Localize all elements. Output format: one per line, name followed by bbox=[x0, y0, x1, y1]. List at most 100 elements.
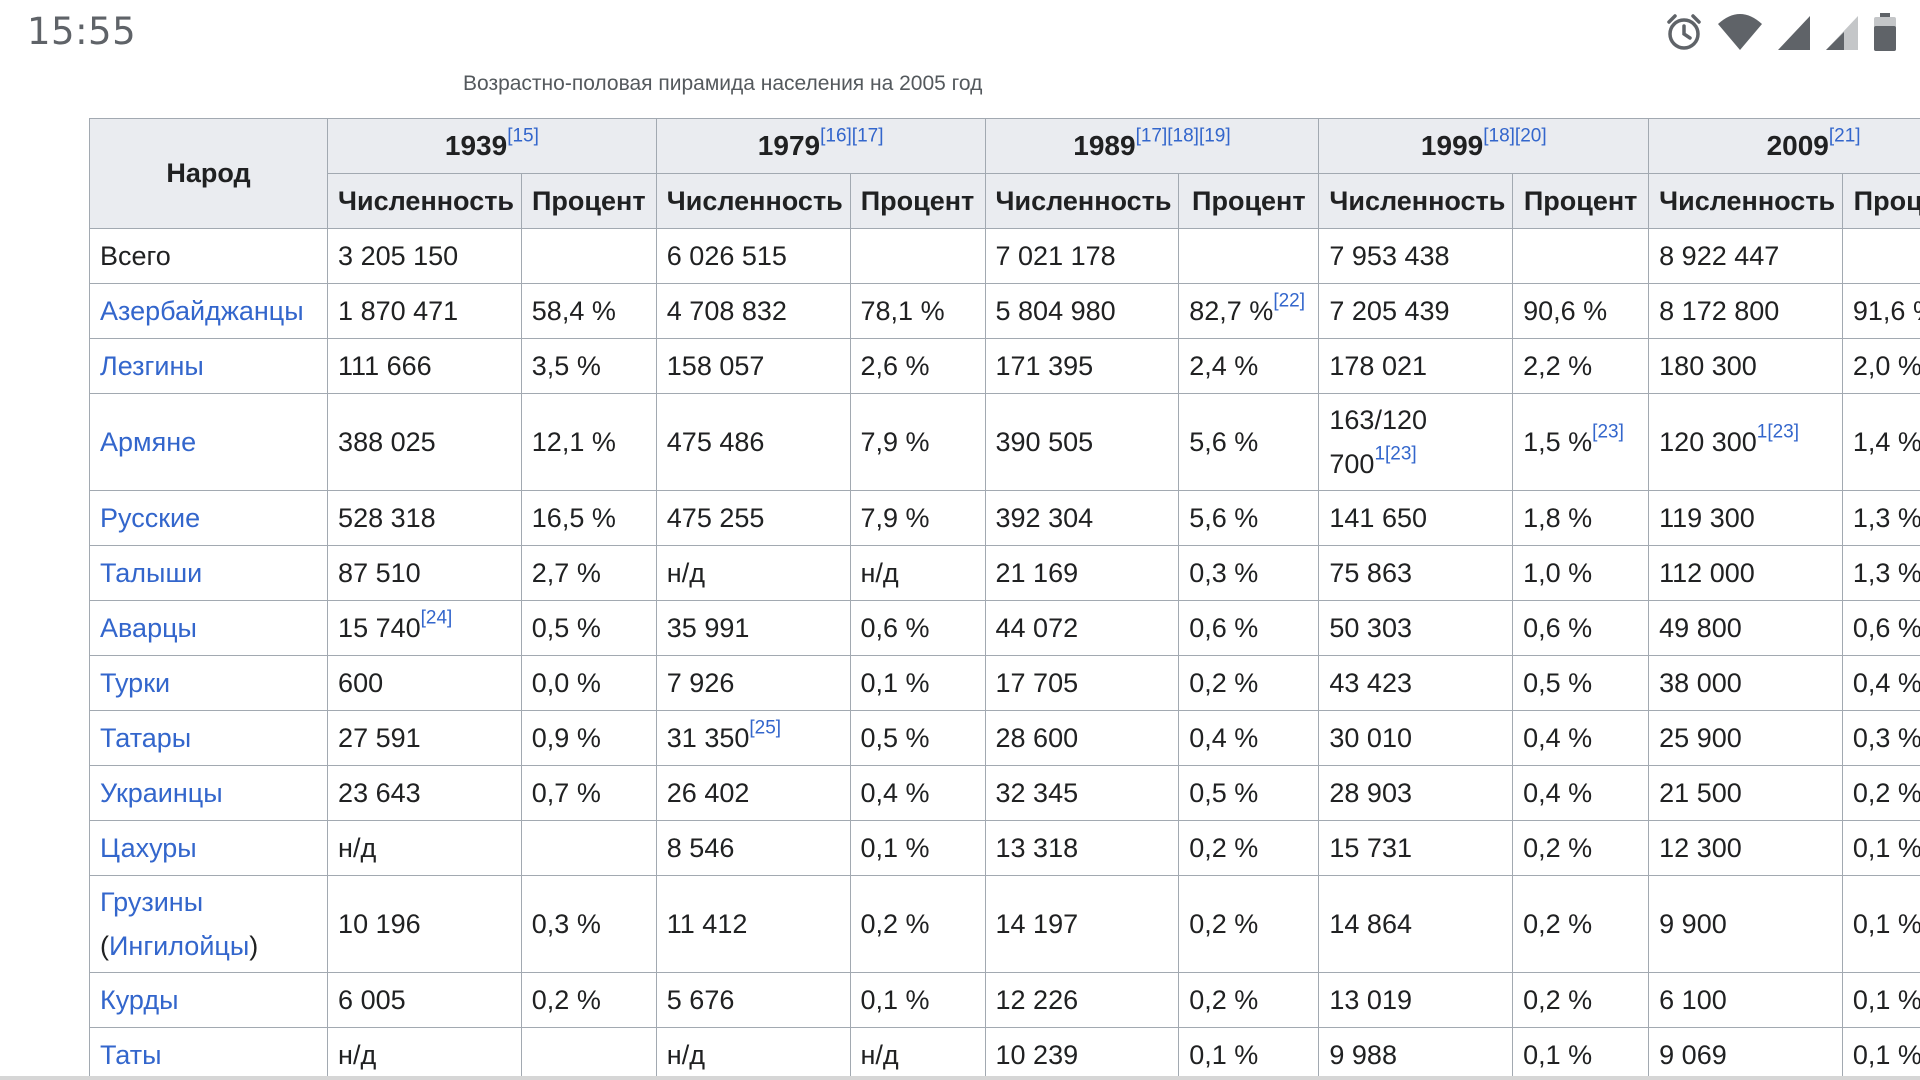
people-column-header[interactable]: Народ bbox=[89, 118, 329, 229]
percent-cell: 2,4 % bbox=[1178, 338, 1320, 394]
nationality-cell[interactable]: Цахуры bbox=[89, 820, 329, 876]
percent-cell: 0,5 % bbox=[849, 710, 986, 766]
population-table-container[interactable]: Народ 1939[15] 1979[16][17] 1989[17][18][1… bbox=[89, 118, 1920, 1080]
cell-value: 0,3 % bbox=[1189, 557, 1259, 588]
cell-value: 9 988 bbox=[1329, 1039, 1397, 1070]
count-column-header[interactable]: Численность bbox=[327, 173, 522, 229]
count-cell: 7 953 438 bbox=[1318, 228, 1514, 284]
nationality-link[interactable]: Цахуры bbox=[100, 833, 197, 863]
nationality-cell[interactable]: Турки bbox=[89, 655, 329, 711]
cell-value: 1,3 % bbox=[1852, 557, 1920, 588]
count-column-header[interactable]: Численность bbox=[984, 173, 1180, 229]
cell-value: 475 255 bbox=[666, 502, 765, 533]
nationality-link[interactable]: Лезгины bbox=[100, 351, 204, 381]
nationality-cell[interactable]: Армяне bbox=[89, 393, 329, 491]
percent-cell: 0,1 % bbox=[849, 655, 986, 711]
nationality-link[interactable]: Армяне bbox=[100, 427, 196, 457]
count-column-header[interactable]: Численность bbox=[1318, 173, 1514, 229]
cell-value: 10 239 bbox=[995, 1039, 1079, 1070]
nationality-cell[interactable]: Азербайджанцы bbox=[89, 283, 329, 339]
cell-value: 0,4 % bbox=[1852, 667, 1920, 698]
nationality-link[interactable]: Татары bbox=[100, 723, 191, 753]
cell-value: н/д bbox=[860, 1039, 899, 1070]
nationality-link[interactable]: Турки bbox=[100, 668, 170, 698]
count-cell: н/д bbox=[655, 1027, 851, 1080]
percent-cell: 7,9 % bbox=[849, 490, 986, 546]
reference-link[interactable]: [25] bbox=[749, 717, 781, 738]
reference-link[interactable]: [22] bbox=[1273, 290, 1305, 311]
cell-value: 2,6 % bbox=[860, 350, 930, 381]
reference-link[interactable]: [21] bbox=[1829, 126, 1861, 147]
cell-value: 0,1 % bbox=[1189, 1039, 1259, 1070]
nationality-link[interactable]: Аварцы bbox=[100, 613, 197, 643]
year-header: 1989[17][18][19] bbox=[984, 118, 1320, 174]
cell-value: 0,5 % bbox=[1189, 777, 1259, 808]
cell-value: 158 057 bbox=[666, 350, 765, 381]
percent-cell bbox=[1512, 228, 1650, 284]
nationality-link[interactable]: Грузины bbox=[100, 887, 203, 917]
cell-value: 1,0 % bbox=[1523, 557, 1593, 588]
cell-value: 0,2 % bbox=[1523, 984, 1593, 1015]
nationality-link[interactable]: Таты bbox=[100, 1040, 161, 1070]
count-column-header[interactable]: Численность bbox=[1648, 173, 1843, 229]
percent-cell: 16,5 % bbox=[520, 490, 657, 546]
nationality-cell[interactable]: Таты bbox=[89, 1027, 329, 1080]
count-cell: 10 239 bbox=[984, 1027, 1180, 1080]
percent-column-header[interactable]: Процент bbox=[1178, 173, 1320, 229]
cell-value: 163/120 700 bbox=[1329, 405, 1427, 479]
nationality-link[interactable]: Курды bbox=[100, 985, 178, 1015]
nationality-link[interactable]: Русские bbox=[100, 503, 200, 533]
reference-link[interactable]: [24] bbox=[421, 607, 453, 628]
nationality-link[interactable]: Азербайджанцы bbox=[100, 296, 304, 326]
reference-link[interactable]: [23] bbox=[1592, 421, 1624, 442]
nationality-cell[interactable]: Грузины (Ингилойцы) bbox=[89, 875, 329, 973]
nationality-cell[interactable]: Татары bbox=[89, 710, 329, 766]
reference-link[interactable]: 1[23] bbox=[1757, 421, 1799, 442]
count-column-header[interactable]: Численность bbox=[655, 173, 851, 229]
cell-value: 7 926 bbox=[666, 667, 735, 698]
percent-cell: 0,2 % bbox=[1178, 972, 1320, 1028]
cell-value: 2,2 % bbox=[1523, 350, 1593, 381]
nationality-cell[interactable]: Курды bbox=[89, 972, 329, 1028]
cell-value: 5,6 % bbox=[1189, 426, 1259, 457]
nationality-cell[interactable]: Аварцы bbox=[89, 600, 329, 656]
nationality-cell[interactable]: Русские bbox=[89, 490, 329, 546]
percent-column-header[interactable]: Процент bbox=[1841, 173, 1920, 229]
count-cell: 180 300 bbox=[1648, 338, 1843, 394]
table-row: Татары 27 591 0,9 % 31 350[25] 0,5 % 28 600 0,… bbox=[89, 710, 1920, 766]
image-caption: Возрастно-половая пирамида населения на … bbox=[463, 72, 983, 95]
percent-cell: 0,2 % bbox=[1512, 820, 1650, 876]
percent-cell: 0,6 % bbox=[1178, 600, 1320, 656]
percent-cell: 0,4 % bbox=[1512, 765, 1650, 821]
percent-column-header[interactable]: Процент bbox=[849, 173, 986, 229]
percent-cell: 7,9 % bbox=[849, 393, 986, 491]
nationality-sublink[interactable]: Ингилойцы bbox=[109, 931, 249, 961]
cell-value: 0,4 % bbox=[1523, 777, 1593, 808]
reference-link[interactable]: [16][17] bbox=[820, 126, 883, 147]
count-cell: 25 900 bbox=[1648, 710, 1843, 766]
year-header: 1979[16][17] bbox=[655, 118, 986, 174]
cell-value: 9 069 bbox=[1659, 1039, 1727, 1070]
percent-cell: 0,3 % bbox=[520, 875, 657, 973]
reference-link[interactable]: [15] bbox=[507, 126, 539, 147]
count-cell: 1 870 471 bbox=[327, 283, 522, 339]
cell-value: 6 100 bbox=[1659, 984, 1727, 1015]
cell-value: 0,2 % bbox=[1189, 832, 1259, 863]
percent-cell: 0,1 % bbox=[1841, 875, 1920, 973]
reference-link[interactable]: [17][18][19] bbox=[1136, 126, 1231, 147]
cell-value: 6 026 515 bbox=[666, 240, 787, 271]
nationality-link[interactable]: Украинцы bbox=[100, 778, 223, 808]
count-cell: 4 708 832 bbox=[655, 283, 851, 339]
reference-link[interactable]: [18][20] bbox=[1483, 126, 1546, 147]
percent-column-header[interactable]: Процент bbox=[520, 173, 657, 229]
reference-link[interactable]: 1[23] bbox=[1374, 444, 1416, 465]
subheader-row: Численность Процент Численность Процент Числ… bbox=[90, 173, 1920, 229]
nationality-cell[interactable]: Талыши bbox=[89, 545, 329, 601]
nationality-link[interactable]: Талыши bbox=[100, 558, 202, 588]
nationality-cell[interactable]: Лезгины bbox=[89, 338, 329, 394]
cell-value: 35 991 bbox=[666, 612, 750, 643]
table-row: Всего 3 205 150 6 026 515 7 021 178 7 953 43… bbox=[89, 228, 1920, 284]
count-cell: 15 740[24] bbox=[327, 600, 522, 656]
nationality-cell[interactable]: Украинцы bbox=[89, 765, 329, 821]
percent-column-header[interactable]: Процент bbox=[1512, 173, 1650, 229]
